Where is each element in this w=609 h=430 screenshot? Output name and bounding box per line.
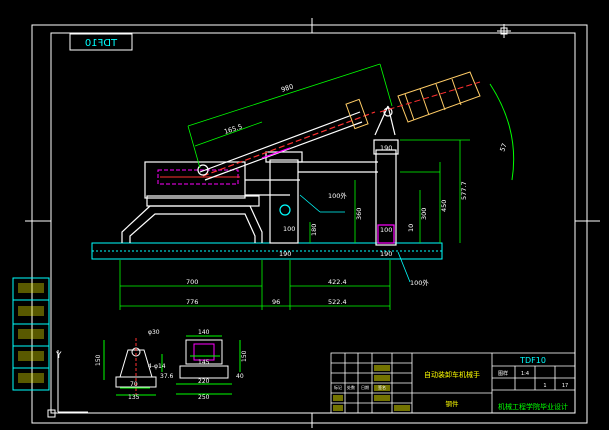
dimension-labels: 980 165.5 57 577.7 450 300 360 180 10 19… [186,82,509,306]
ucs-icon: Y [55,350,88,413]
dim-angle: 57 [498,142,508,153]
det-150: 150 [95,354,102,366]
det-phi30: φ30 [148,329,160,336]
det-145: 145 [198,359,210,366]
det-150r: 150 [241,350,248,362]
dim-450: 450 [440,200,448,212]
det-220: 220 [198,378,210,385]
dim-10: 10 [407,224,415,232]
det-70: 70 [130,381,138,388]
det-140: 140 [198,329,210,336]
title-label-c: 1 [543,383,546,389]
dim-360: 360 [355,208,363,220]
dim-776: 776 [186,298,198,306]
title-drawing-code: TDF10 [519,356,546,365]
title-drawing-name: 自动装卸车机械手 [424,370,480,379]
side-label-column [12,277,50,391]
title-label-d: 17 [562,383,568,389]
det-4phi14: 4-φ14 [148,363,166,370]
det-40: 40 [236,373,244,380]
dim-300: 300 [420,208,428,220]
dim-700: 700 [186,278,198,286]
dim-100: 100 [283,225,295,233]
mirrored-title-text: TDF10 [85,38,118,49]
dim-190-left: 190 [279,250,291,258]
title-small-3: 日期 [361,384,369,390]
handle-grip [345,71,481,130]
dim-4224: 422.4 [328,278,347,286]
dim-190-right: 190 [380,250,392,258]
cad-drawing-canvas[interactable]: TDF10 980 165.5 57 577.7 450 300 360 180… [0,0,609,430]
y-axis-label: Y [55,351,62,361]
det-376: 37.6 [160,373,174,380]
title-label-a: 图样 [498,370,508,377]
title-school: 机械工程学院毕业设计 [498,402,568,411]
title-small-4: 签名 [378,384,386,390]
dim-5777: 577.7 [460,181,468,200]
title-block-highlights [333,365,410,411]
title-label-b: 1:4 [521,371,529,377]
dim-5224: 522.4 [328,298,347,306]
base-frame [121,161,300,243]
dim-100-right: 100 [380,226,392,234]
title-small-1: 标记 [334,384,342,390]
det-250: 250 [198,394,210,401]
dim-180: 180 [310,224,318,236]
dim-190-top: 190 [380,144,392,152]
detail-labels: φ30 140 145 4-φ14 37.6 150 150 70 135 22… [95,329,248,401]
dim-1655: 165.5 [223,123,243,136]
sweep-arc [489,83,515,181]
dim-1008-mid: 100外 [328,191,347,200]
det-135: 135 [128,394,140,401]
dim-1008-note: 100外 [410,278,429,287]
title-small-2: 处数 [347,384,355,390]
mirrored-title-box: TDF10 [69,33,133,51]
dim-96: 96 [272,298,280,306]
frame-crosshairs [25,18,600,428]
title-material: 钢件 [446,399,460,408]
